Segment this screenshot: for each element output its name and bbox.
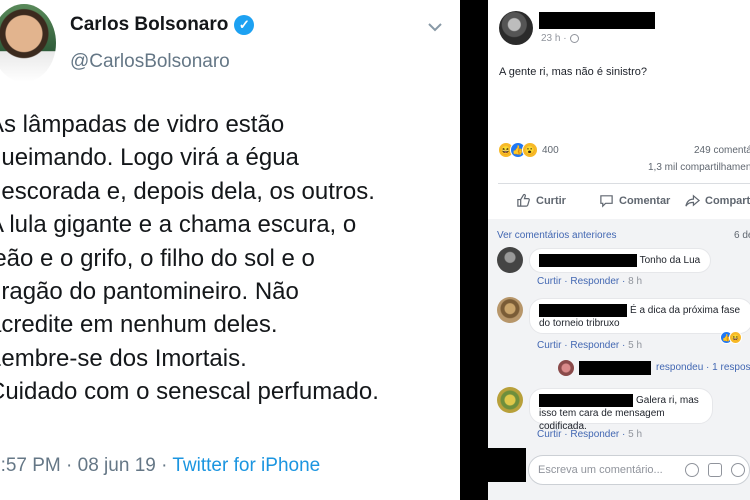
haha-reaction-icon: 😆 (729, 331, 742, 344)
like-button[interactable]: Curtir (516, 193, 566, 208)
post-time-text: 23 h · (541, 33, 567, 44)
comment-input-placeholder: Escreva um comentário... (538, 464, 663, 476)
tweet-author[interactable]: Carlos Bolsonaro ✓ (70, 14, 255, 36)
comments-count[interactable]: 249 comentários (694, 145, 750, 156)
tweet-timestamp[interactable]: 9:57 PM · 08 jun 19 · (0, 455, 172, 476)
redacted-user-avatar (488, 448, 526, 482)
comment-actions: Curtir · Responder · 8 h (537, 276, 643, 287)
divider (498, 183, 750, 184)
comment-input-tools (685, 463, 745, 477)
camera-icon[interactable] (708, 463, 722, 477)
chevron-down-icon[interactable] (426, 18, 444, 36)
commenter-avatar[interactable] (497, 297, 523, 323)
share-arrow-icon (685, 194, 700, 207)
comment-age: 5 h (628, 340, 643, 351)
tweet-card: Carlos Bolsonaro ✓ @CarlosBolsonaro As l… (0, 0, 460, 500)
commenter-avatar[interactable] (497, 387, 523, 413)
comment-like-link[interactable]: Curtir (537, 340, 561, 351)
comment-reactions[interactable]: 👍 😆 (720, 331, 742, 344)
thumbs-up-icon (517, 193, 530, 207)
reaction-count: 400 (542, 144, 559, 156)
poster-avatar[interactable] (499, 11, 533, 45)
comment-reply-link[interactable]: Responder (570, 276, 619, 287)
comment-bubble: É a dica da próxima fase do torneio trib… (529, 298, 750, 334)
redacted-replier-name (579, 361, 651, 375)
comment-reply-link[interactable]: Responder (570, 429, 619, 440)
wow-reaction-icon: 😮 (522, 142, 538, 158)
commenter-avatar[interactable] (497, 247, 523, 273)
view-previous-comments-link[interactable]: Ver comentários anteriores (497, 230, 617, 241)
comment-reply-link[interactable]: Responder (570, 340, 619, 351)
redacted-commenter-name (539, 254, 637, 267)
like-label: Curtir (536, 194, 566, 207)
facebook-post: 23 h · A gente ri, mas não é sinistro? 😆… (488, 0, 750, 500)
gif-icon[interactable] (731, 463, 745, 477)
speech-bubble-icon (600, 195, 613, 208)
share-button[interactable]: Compartilhar (685, 193, 750, 208)
comment-actions: Curtir · Responder · 5 h (537, 340, 643, 351)
comment-input[interactable]: Escreva um comentário... (528, 455, 750, 485)
comment-like-link[interactable]: Curtir (537, 276, 561, 287)
comment-bubble: Galera ri, mas isso tem cara de mensagem… (529, 388, 713, 432)
globe-icon (569, 34, 579, 43)
redacted-poster-name (539, 12, 655, 29)
reactions-summary[interactable]: 😆 👍 😮 400 (498, 142, 559, 158)
shares-count[interactable]: 1,3 mil compartilhamentos (648, 162, 750, 173)
reply-avatar[interactable] (558, 360, 574, 376)
comment-label: Comentar (619, 194, 671, 207)
comment-age: 8 h (628, 276, 643, 287)
tweet-text: As lâmpadas de vidro estão queimando. Lo… (0, 111, 379, 406)
post-text: A gente ri, mas não é sinistro? (499, 66, 647, 78)
comments-pagination: 6 de 249 (734, 230, 750, 241)
share-label: Compartilhar (705, 194, 750, 207)
comment-actions: Curtir · Responder · 5 h (537, 429, 643, 440)
view-replies-link[interactable]: respondeu · 1 resposta (656, 362, 750, 373)
author-name[interactable]: Carlos Bolsonaro (70, 14, 228, 36)
redacted-commenter-name (539, 394, 633, 407)
tweet-meta: 9:57 PM · 08 jun 19 · Twitter for iPhone (0, 455, 320, 477)
emoji-icon[interactable] (685, 463, 699, 477)
comments-section: Ver comentários anteriores 6 de 249 Tonh… (488, 219, 750, 500)
post-timestamp[interactable]: 23 h · (541, 33, 579, 44)
comment-like-link[interactable]: Curtir (537, 429, 561, 440)
comment-button[interactable]: Comentar (599, 193, 670, 208)
redacted-commenter-name (539, 304, 627, 317)
author-handle[interactable]: @CarlosBolsonaro (70, 51, 230, 73)
comment-text: Tonho da Lua (639, 255, 701, 267)
comment-bubble: Tonho da Lua (529, 248, 711, 273)
comment-age: 5 h (628, 429, 643, 440)
profile-avatar[interactable] (0, 4, 56, 82)
tweet-source[interactable]: Twitter for iPhone (172, 455, 320, 476)
verified-badge-icon: ✓ (234, 15, 255, 35)
